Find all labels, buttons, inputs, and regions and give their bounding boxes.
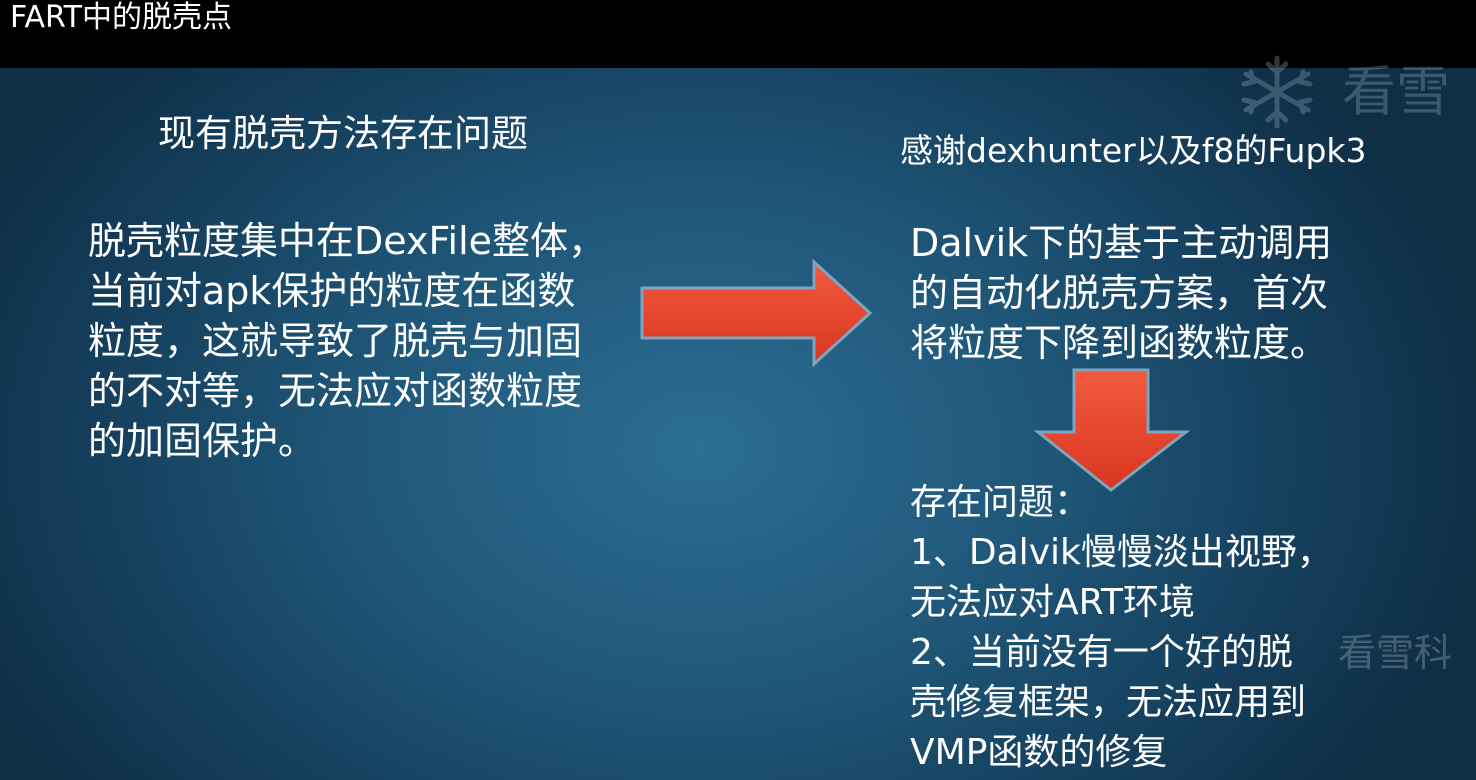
right-body: Dalvik下的基于主动调用 的自动化脱壳方案，首次 将粒度下降到函数粒度。 (910, 218, 1332, 368)
left-body-line: 粒度，这就导致了脱壳与加固 (88, 319, 583, 363)
right-arrow-icon (636, 258, 876, 372)
issues-line: 存在问题： (910, 482, 1091, 523)
issues-line: 壳修复框架，无法应用到 (910, 682, 1307, 723)
watermark-bottom: 看雪科 (1338, 631, 1453, 675)
watermark-top: 看雪 (1222, 52, 1472, 132)
issues-line: 无法应对ART环境 (910, 582, 1196, 623)
left-heading: 现有脱壳方法存在问题 (158, 112, 528, 155)
snowflake-icon (1241, 55, 1313, 129)
right-body-line: 将粒度下降到函数粒度。 (910, 321, 1329, 365)
left-body-line: 脱壳粒度集中在DexFile整体， (88, 219, 607, 263)
slide: FART中的脱壳点 看雪 现有脱壳方法存在问题 脱壳粒度集中在DexFile整体… (0, 0, 1476, 780)
right-body-line: Dalvik下的基于主动调用 (910, 221, 1333, 265)
right-body-line: 的自动化脱壳方案，首次 (910, 271, 1329, 315)
left-body-line: 的加固保护。 (88, 419, 317, 463)
issues-line: 2、当前没有一个好的脱 (910, 632, 1293, 673)
issues-line: 1、Dalvik慢慢淡出视野， (910, 532, 1333, 573)
left-body-line: 的不对等，无法应对函数粒度 (88, 369, 583, 413)
issues-line: VMP函数的修复 (910, 732, 1168, 773)
watermark-top-text: 看雪 (1342, 60, 1450, 123)
left-body: 脱壳粒度集中在DexFile整体， 当前对apk保护的粒度在函数 粒度，这就导致… (88, 216, 628, 466)
left-body-line: 当前对apk保护的粒度在函数 (88, 269, 576, 313)
slide-title: FART中的脱壳点 (10, 0, 233, 35)
issues-list: 存在问题： 1、Dalvik慢慢淡出视野， 无法应对ART环境 2、当前没有一个… (910, 478, 1333, 778)
right-heading: 感谢dexhunter以及f8的Fupk3 (900, 131, 1367, 170)
